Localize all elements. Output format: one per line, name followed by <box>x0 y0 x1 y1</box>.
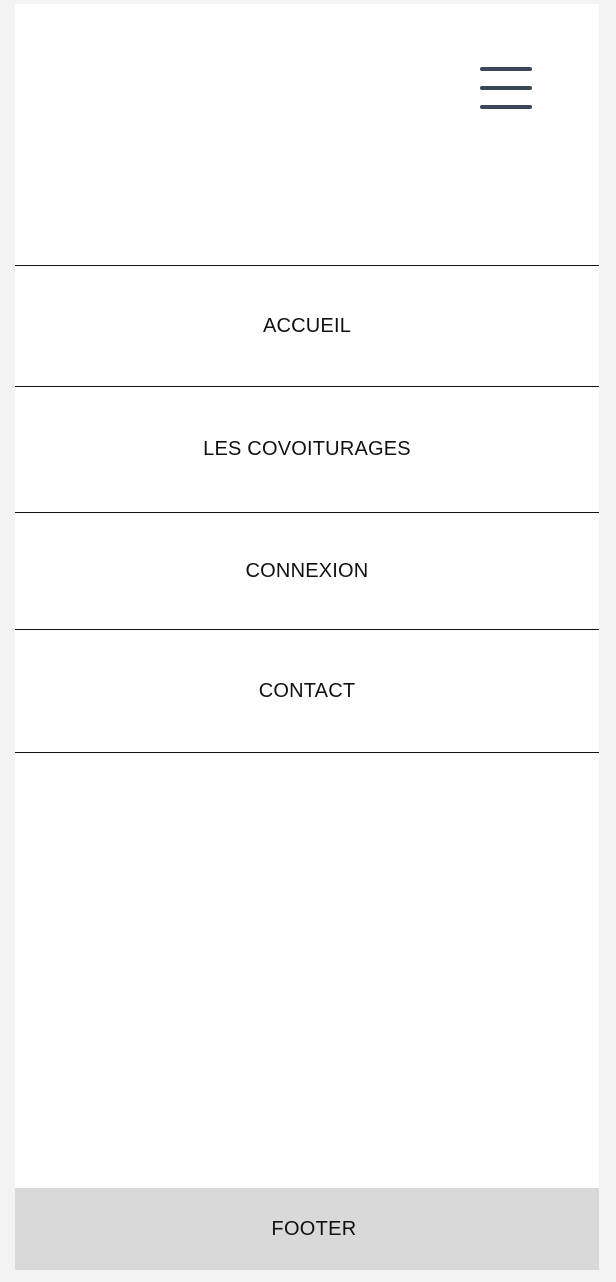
app-frame: ACCUEIL LES COVOITURAGES CONNEXION CONTA… <box>15 4 599 1270</box>
hamburger-bar <box>480 105 532 109</box>
nav-item-connexion[interactable]: CONNEXION <box>15 513 599 630</box>
nav-item-les-covoiturages[interactable]: LES COVOITURAGES <box>15 387 599 513</box>
nav-item-contact[interactable]: CONTACT <box>15 630 599 753</box>
footer: FOOTER <box>15 1188 599 1270</box>
nav-item-accueil[interactable]: ACCUEIL <box>15 266 599 387</box>
hamburger-bar <box>480 86 532 90</box>
hamburger-bar <box>480 67 532 71</box>
main-content <box>15 753 599 1188</box>
header <box>15 4 599 265</box>
main-nav-menu: ACCUEIL LES COVOITURAGES CONNEXION CONTA… <box>15 265 599 753</box>
hamburger-menu-icon[interactable] <box>478 66 534 112</box>
